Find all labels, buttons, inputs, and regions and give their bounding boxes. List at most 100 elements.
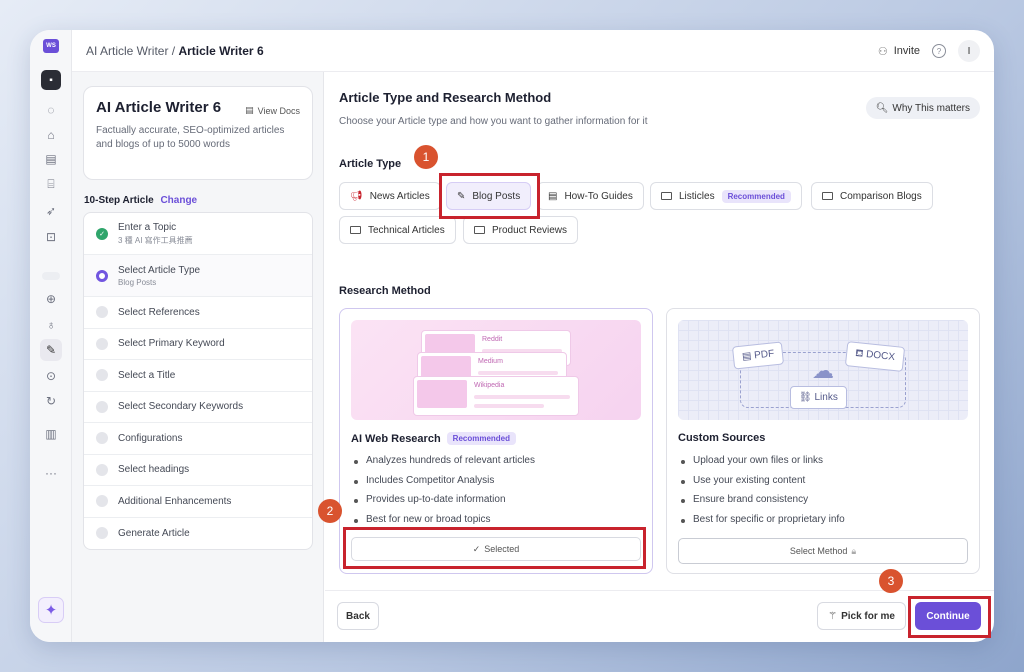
page-title: Article Type and Research Method bbox=[339, 90, 552, 105]
list-item: Provides up-to-date information bbox=[354, 494, 535, 514]
refresh-icon[interactable]: ↻ bbox=[40, 390, 62, 412]
tag-label: Links bbox=[814, 392, 838, 403]
step-label: Select References bbox=[118, 306, 200, 318]
help-icon[interactable]: ? bbox=[932, 44, 946, 58]
step-item[interactable]: Select Primary Keyword bbox=[84, 329, 312, 360]
selected-button[interactable]: ✓ Selected bbox=[351, 537, 641, 561]
step-sub: 3 種 AI 寫作工具推薦 bbox=[118, 235, 193, 245]
pending-step-icon bbox=[96, 337, 108, 350]
chip-comparison-blogs[interactable]: Comparison Blogs bbox=[811, 182, 933, 210]
robot-icon[interactable]: ⊡ bbox=[40, 226, 62, 248]
pencil-icon[interactable]: ✎ bbox=[40, 339, 62, 361]
pick-for-me-button[interactable]: ⚚ Pick for me bbox=[817, 602, 906, 630]
step-heading-label: 10-Step Article bbox=[84, 195, 154, 206]
pick-label: Pick for me bbox=[841, 610, 895, 622]
research-method-heading: Research Method bbox=[339, 285, 431, 297]
breadcrumb-parent[interactable]: AI Article Writer / bbox=[86, 44, 178, 58]
chip-technical-articles[interactable]: Technical Articles bbox=[339, 216, 456, 244]
chip-label: News Articles bbox=[369, 190, 430, 202]
why-this-matters-button[interactable]: 🔍︎ Why This matters bbox=[865, 97, 980, 119]
step-item[interactable]: Select Article Type Blog Posts bbox=[84, 255, 312, 297]
step-label: Configurations bbox=[118, 432, 183, 444]
top-actions: ⚇ Invite ? I bbox=[878, 40, 980, 62]
rectangle-icon bbox=[474, 226, 485, 234]
lightbulb-icon[interactable]: ♁ bbox=[40, 314, 62, 336]
writer-description: Factually accurate, SEO-optimized articl… bbox=[96, 125, 285, 150]
invite-button[interactable]: ⚇ Invite bbox=[878, 45, 920, 58]
list-item: Best for new or broad topics bbox=[354, 514, 535, 534]
step-item[interactable]: Select a Title bbox=[84, 360, 312, 392]
method-card-ai-web-research[interactable]: Reddit Medium Wikipedia AI Web Research bbox=[339, 308, 653, 574]
chart-icon[interactable]: ▥ bbox=[40, 423, 62, 445]
step-label: Select Primary Keyword bbox=[118, 338, 225, 350]
home-icon[interactable]: ⌂ bbox=[40, 124, 62, 146]
text-line bbox=[478, 371, 558, 375]
pending-step-icon bbox=[96, 369, 108, 382]
more-icon[interactable]: ··· bbox=[40, 462, 62, 484]
change-link[interactable]: Change bbox=[160, 195, 197, 206]
spinner-icon: ◌ bbox=[47, 103, 55, 117]
chip-label: How-To Guides bbox=[564, 190, 633, 202]
code-icon[interactable]: ⌸ bbox=[40, 173, 62, 195]
view-docs-label: View Docs bbox=[257, 105, 300, 116]
writer-info-card: AI Article Writer 6 ▤ View Docs Factuall… bbox=[83, 86, 313, 180]
thumbnail bbox=[417, 380, 467, 408]
list-item: Ensure brand consistency bbox=[681, 494, 845, 514]
step-item[interactable]: Select headings bbox=[84, 455, 312, 486]
chip-how-to-guides[interactable]: ▤ How-To Guides bbox=[537, 182, 644, 210]
upload-icon[interactable]: ⊙ bbox=[40, 365, 62, 387]
avatar[interactable]: I bbox=[958, 40, 980, 62]
document-icon[interactable]: ▤ bbox=[40, 148, 62, 170]
step-item[interactable]: ✓ Enter a Topic 3 種 AI 寫作工具推薦 bbox=[84, 213, 312, 255]
layout-icon[interactable]: ▪ bbox=[41, 70, 61, 90]
rocket-icon[interactable]: ➶ bbox=[40, 200, 62, 222]
list-item: Analyzes hundreds of relevant articles bbox=[354, 455, 535, 475]
step-label: Select Secondary Keywords bbox=[118, 401, 244, 413]
search-icon[interactable]: ⊕ bbox=[40, 288, 62, 310]
text-line bbox=[474, 395, 570, 399]
method-card-custom-sources[interactable]: ▤ PDF ⛾ DOCX ☁ ⛓ Links Custom Sources Up… bbox=[666, 308, 980, 574]
step-label: Select Article Type bbox=[118, 264, 201, 276]
user-plus-icon: ⚇ bbox=[877, 45, 888, 58]
source-label: Reddit bbox=[482, 336, 503, 343]
step-label: Additional Enhancements bbox=[118, 495, 232, 507]
chip-product-reviews[interactable]: Product Reviews bbox=[463, 216, 579, 244]
pending-step-icon bbox=[96, 400, 108, 413]
check-icon: ✓ bbox=[472, 543, 481, 554]
step-item[interactable]: Select Secondary Keywords bbox=[84, 392, 312, 423]
ai-assistant-icon[interactable]: ✦ bbox=[38, 597, 64, 623]
step-item[interactable]: Configurations bbox=[84, 423, 312, 455]
step-label: Generate Article bbox=[118, 527, 190, 539]
list-item: Use your existing content bbox=[681, 475, 845, 495]
rectangle-icon bbox=[350, 226, 361, 234]
back-button[interactable]: Back bbox=[337, 602, 379, 630]
current-step-icon bbox=[96, 269, 108, 282]
step-heading: 10-Step Article Change bbox=[84, 195, 197, 206]
why-label: Why This matters bbox=[892, 102, 970, 114]
chip-news-articles[interactable]: 📢︎ News Articles bbox=[339, 182, 441, 210]
select-method-button[interactable]: Select Method 🔒︎ bbox=[678, 538, 968, 564]
select-method-label: Select Method bbox=[789, 546, 848, 556]
step-label: Select headings bbox=[118, 464, 190, 476]
chip-listicles[interactable]: Listicles Recommended bbox=[650, 182, 802, 210]
recommended-badge: Recommended bbox=[446, 432, 517, 445]
list-icon: ▤ bbox=[548, 190, 558, 202]
continue-button[interactable]: Continue bbox=[915, 602, 981, 630]
step-item[interactable]: Select References bbox=[84, 297, 312, 329]
pending-step-icon bbox=[96, 495, 108, 508]
source-label: Wikipedia bbox=[474, 382, 505, 389]
step-item[interactable]: Additional Enhancements bbox=[84, 486, 312, 518]
breadcrumb-current: Article Writer 6 bbox=[178, 44, 264, 58]
chip-label: Listicles bbox=[679, 190, 715, 202]
rectangle-icon bbox=[661, 192, 672, 200]
invite-label: Invite bbox=[893, 45, 920, 57]
chip-blog-posts[interactable]: ✎ Blog Posts bbox=[446, 182, 532, 210]
check-icon: ✓ bbox=[96, 227, 108, 240]
steps-panel: AI Article Writer 6 ▤ View Docs Factuall… bbox=[72, 72, 324, 642]
step-item[interactable]: Generate Article bbox=[84, 518, 312, 550]
view-docs-link[interactable]: ▤ View Docs bbox=[245, 105, 300, 116]
text-line bbox=[474, 404, 544, 408]
source-card: Wikipedia bbox=[413, 376, 579, 416]
megaphone-icon: 📢︎ bbox=[350, 190, 363, 202]
app-logo[interactable]: WS bbox=[43, 39, 59, 53]
